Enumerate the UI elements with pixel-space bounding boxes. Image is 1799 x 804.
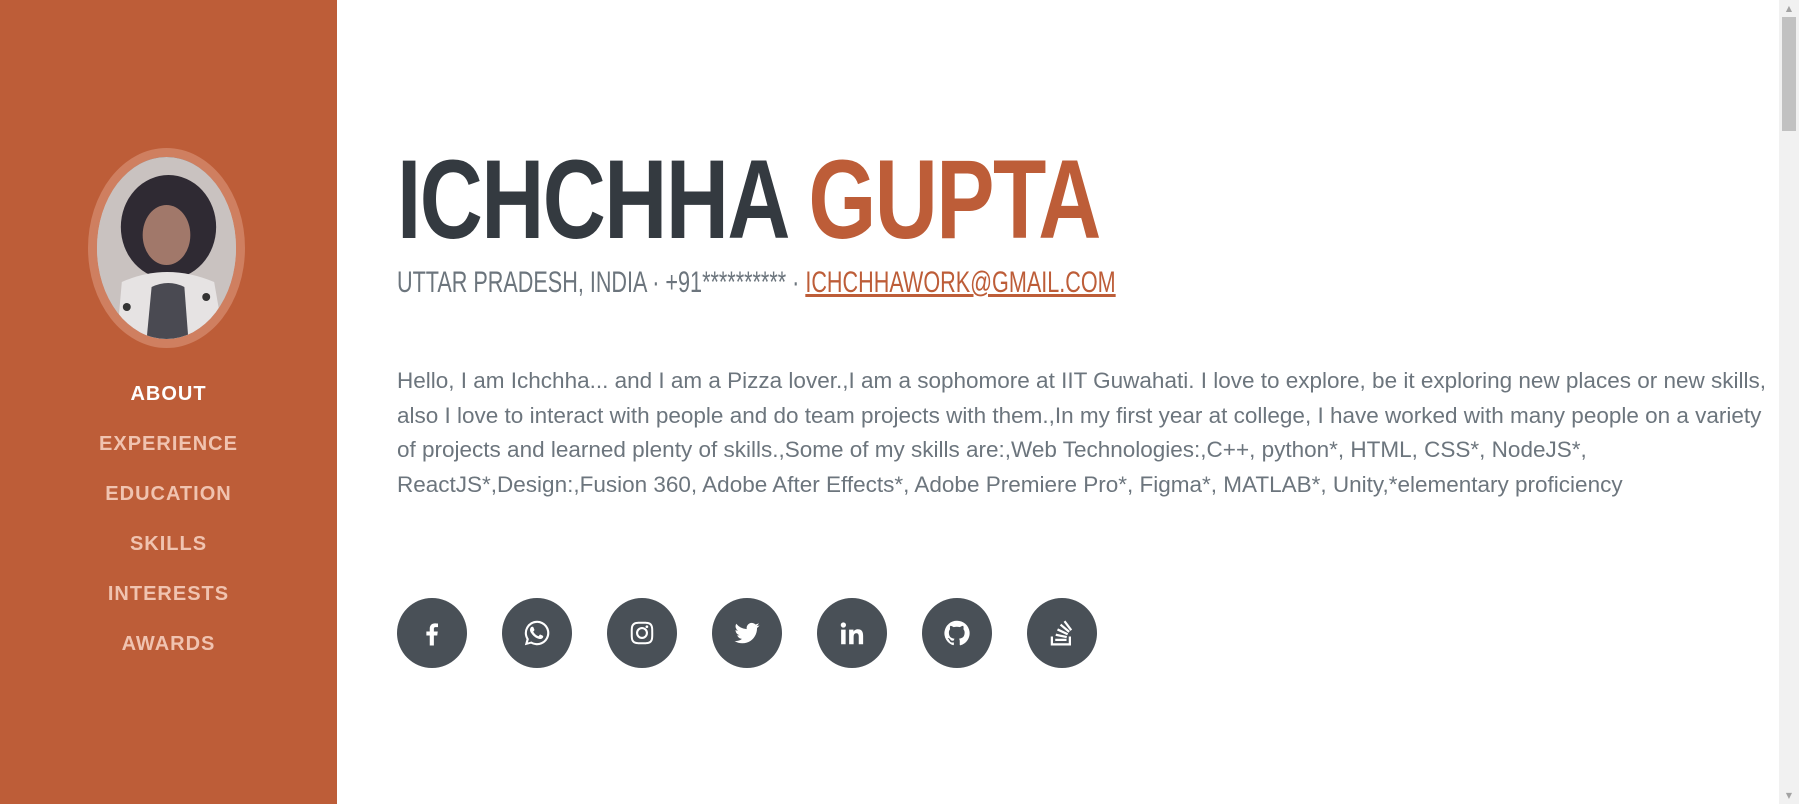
first-name: ICHCHHA [397, 137, 787, 262]
stackoverflow-button[interactable] [1027, 598, 1097, 668]
nav-item-experience[interactable]: EXPERIENCE [0, 426, 337, 476]
scroll-down-arrow-icon[interactable]: ▼ [1779, 787, 1799, 804]
nav-item-about[interactable]: ABOUT [0, 376, 337, 426]
nav-item-awards[interactable]: AWARDS [0, 626, 337, 676]
instagram-icon [630, 621, 654, 645]
scroll-up-arrow-icon[interactable]: ▲ [1779, 0, 1799, 17]
sidebar: ABOUT EXPERIENCE EDUCATION SKILLS INTERE… [0, 0, 337, 804]
linkedin-button[interactable] [817, 598, 887, 668]
linkedin-icon [840, 622, 864, 645]
page-title: ICHCHHA GUPTA [397, 137, 1101, 262]
email-link[interactable]: ICHCHHAWORK@GMAIL.COM [805, 266, 1115, 299]
nav-item-skills[interactable]: SKILLS [0, 526, 337, 576]
last-name: GUPTA [808, 137, 1101, 262]
twitter-button[interactable] [712, 598, 782, 668]
twitter-icon [734, 622, 760, 644]
whatsapp-icon [524, 620, 550, 646]
profile-avatar [88, 148, 245, 348]
github-button[interactable] [922, 598, 992, 668]
facebook-icon [426, 623, 438, 646]
stackoverflow-icon [1050, 620, 1073, 646]
page-scrollbar[interactable]: ▲ ▼ [1779, 0, 1799, 804]
instagram-button[interactable] [607, 598, 677, 668]
nav-item-education[interactable]: EDUCATION [0, 476, 337, 526]
about-section: ICHCHHA GUPTA UTTAR PRADESH, INDIA · +91… [337, 0, 1779, 804]
location-phone: UTTAR PRADESH, INDIA · +91********** · [397, 266, 806, 299]
about-text: Hello, I am Ichchha... and I am a Pizza … [397, 368, 1766, 497]
facebook-button[interactable] [397, 598, 467, 668]
github-icon [944, 620, 970, 646]
sidebar-nav: ABOUT EXPERIENCE EDUCATION SKILLS INTERE… [0, 376, 337, 676]
social-icons [397, 598, 1097, 668]
whatsapp-button[interactable] [502, 598, 572, 668]
contact-info: UTTAR PRADESH, INDIA · +91********** · I… [397, 266, 1116, 300]
scrollbar-thumb[interactable] [1782, 17, 1796, 131]
nav-item-interests[interactable]: INTERESTS [0, 576, 337, 626]
